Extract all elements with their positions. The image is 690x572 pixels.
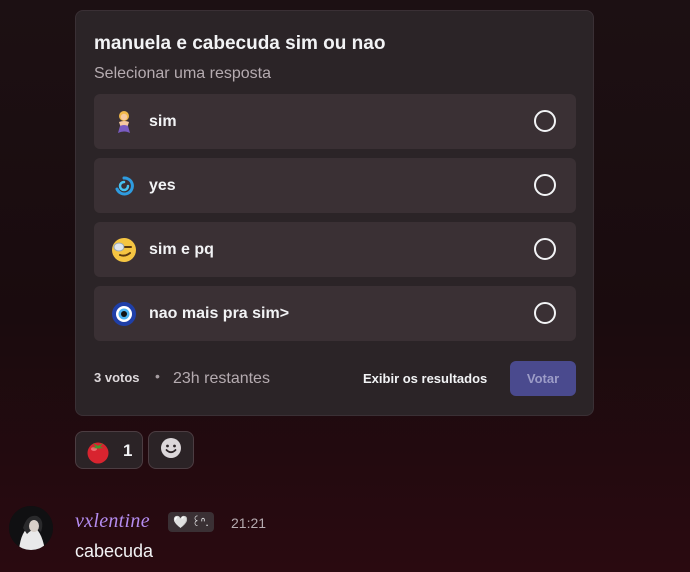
tomato-emoji-icon: [85, 438, 111, 469]
show-results-button[interactable]: Exibir os resultados: [363, 371, 487, 386]
poll-answer-sim[interactable]: sim: [94, 94, 576, 149]
swirl-logo-emoji-icon: [110, 172, 138, 200]
vote-button[interactable]: Votar: [510, 361, 576, 396]
vote-count: 3 votos: [94, 370, 140, 385]
mermaid-emoji-icon: [110, 108, 138, 136]
time-remaining: 23h restantes: [173, 370, 270, 387]
poll-card: manuela e cabecuda sim ou nao Selecionar…: [75, 10, 594, 416]
reaction-tomato[interactable]: 1: [75, 431, 143, 469]
nazar-eye-emoji-icon: [110, 300, 138, 328]
poll-footer: 3 votos • 23h restantes Exibir os result…: [94, 361, 576, 397]
poll-subtitle: Selecionar uma resposta: [94, 65, 271, 82]
radio-button[interactable]: [534, 174, 556, 196]
separator-dot: •: [155, 368, 160, 384]
poll-question: manuela e cabecuda sim ou nao: [94, 33, 386, 54]
avatar[interactable]: [9, 506, 53, 550]
poll-answer-sim-e-pq[interactable]: sim e pq: [94, 222, 576, 277]
poll-answer-label: nao mais pra sim>: [149, 305, 290, 322]
user-tag: 🤍 ꒰ᐢ.: [168, 512, 214, 532]
poll-answer-label: sim e pq: [149, 241, 214, 258]
radio-button[interactable]: [534, 302, 556, 324]
poll-answers: sim yes sim e pq nao mais pra sim>: [94, 94, 576, 350]
radio-button[interactable]: [534, 110, 556, 132]
reaction-count: 1: [123, 441, 133, 460]
smirk-cool-emoji-icon: [110, 236, 138, 264]
smiley-add-icon: [159, 436, 183, 465]
add-reaction-button[interactable]: [148, 431, 194, 469]
message-text: cabecuda: [75, 541, 154, 561]
timestamp: 21:21: [231, 515, 267, 531]
poll-answer-nao-mais-pra-sim[interactable]: nao mais pra sim>: [94, 286, 576, 341]
poll-answer-label: yes: [149, 177, 176, 194]
poll-answer-label: sim: [149, 113, 177, 130]
username[interactable]: vxlentine: [75, 510, 150, 533]
radio-button[interactable]: [534, 238, 556, 260]
poll-answer-yes[interactable]: yes: [94, 158, 576, 213]
